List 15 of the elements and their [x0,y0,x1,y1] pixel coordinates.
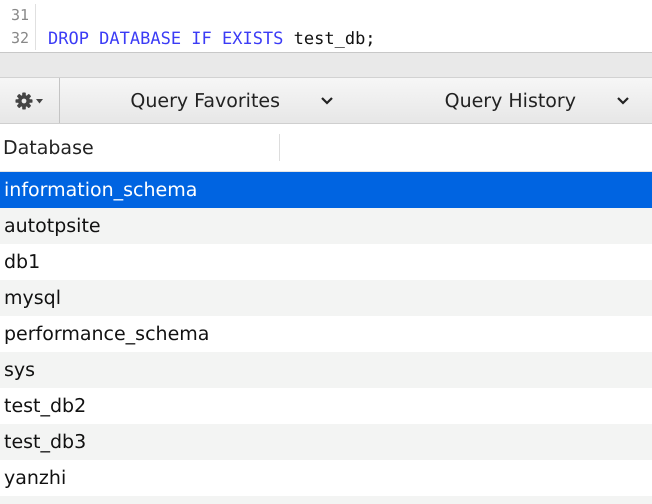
database-row[interactable]: sys [0,352,652,388]
line-number: 31 [0,4,36,27]
database-row[interactable]: test_db3 [0,424,652,460]
line-number: 32 [0,27,36,50]
chevron-icon [320,96,334,106]
sql-keyword: DROP DATABASE IF EXISTS [48,28,284,48]
chevron-icon [616,96,630,106]
database-row[interactable]: mysql [0,280,652,316]
dropdown-tab[interactable]: Query Favorites [60,78,356,123]
database-row[interactable]: autotpsite [0,208,652,244]
settings-icon [14,90,44,110]
dropdown-tab[interactable]: Query History [356,78,652,123]
column-header[interactable]: Database [0,134,280,161]
sql-identifier: test_db; [294,28,376,48]
database-row[interactable]: information_schema [0,172,652,208]
